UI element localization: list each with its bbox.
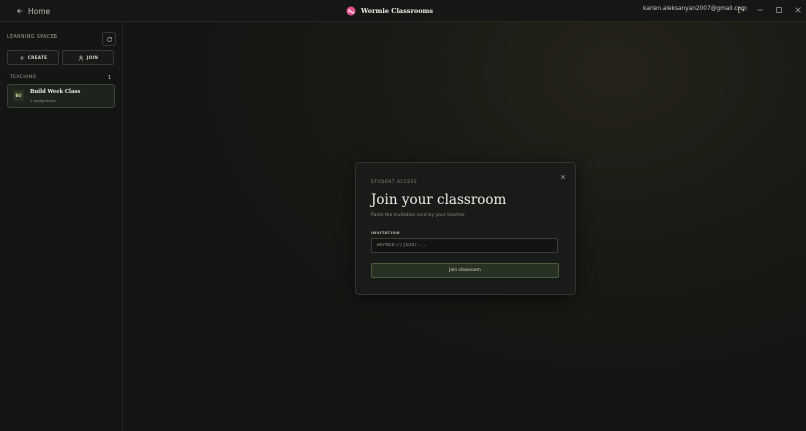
dialog-title: Join your classroom	[371, 192, 507, 208]
sign-out-icon	[738, 7, 745, 13]
close-window-button[interactable]	[793, 5, 803, 15]
app-brand: Wormie Classrooms	[346, 4, 433, 17]
dialog-close-button[interactable]	[559, 173, 567, 181]
class-title: Build Week Class	[30, 89, 81, 95]
maximize-button[interactable]	[774, 5, 784, 15]
invitation-input[interactable]	[371, 238, 558, 253]
arrow-left-icon	[17, 8, 23, 14]
create-label: CREATE	[27, 55, 48, 60]
join-label: JOIN	[86, 55, 99, 60]
title-bar: Home Wormie Classrooms karlen.aleksanyan…	[0, 0, 806, 22]
home-back-label: Home	[28, 6, 51, 16]
sidebar: LEARNING SPACES 1 CREATE JOIN TEACHING 1…	[0, 22, 123, 431]
teaching-heading: TEACHING	[10, 75, 37, 80]
class-card-build-week[interactable]: BU Build Week Class 1 assignment	[7, 84, 115, 108]
dialog-kicker: STUDENT ACCESS	[371, 179, 418, 184]
close-icon	[795, 7, 801, 13]
app-name: Wormie Classrooms	[361, 6, 434, 15]
close-icon	[560, 174, 566, 180]
join-classroom-button[interactable]: Join classroom	[371, 263, 559, 278]
class-badge: BU	[13, 90, 24, 101]
maximize-icon	[776, 7, 782, 13]
class-subtitle: 1 assignment	[30, 98, 56, 103]
minimize-button[interactable]	[755, 5, 765, 15]
learning-spaces-count: 1	[53, 35, 57, 40]
user-email: karlen.aleksanyan2007@gmail.com	[643, 6, 747, 12]
dialog-subtitle: Paste the invitation sent by your teache…	[371, 213, 466, 218]
worm-logo-icon	[346, 6, 356, 15]
join-classroom-label: Join classroom	[449, 268, 481, 273]
teaching-count: 1	[108, 75, 112, 81]
sign-out-button[interactable]	[736, 5, 746, 15]
user-icon	[78, 55, 83, 60]
plus-icon	[19, 55, 24, 60]
minimize-icon	[757, 9, 763, 11]
refresh-button[interactable]	[102, 32, 116, 46]
join-button[interactable]: JOIN	[62, 50, 114, 65]
invitation-label: INVITATION	[371, 230, 400, 235]
home-back-button[interactable]: Home	[16, 5, 50, 17]
create-button[interactable]: CREATE	[7, 50, 59, 65]
refresh-icon	[106, 36, 112, 42]
join-classroom-dialog: STUDENT ACCESS Join your classroom Paste…	[355, 162, 576, 295]
learning-spaces-heading: LEARNING SPACES	[7, 35, 58, 40]
